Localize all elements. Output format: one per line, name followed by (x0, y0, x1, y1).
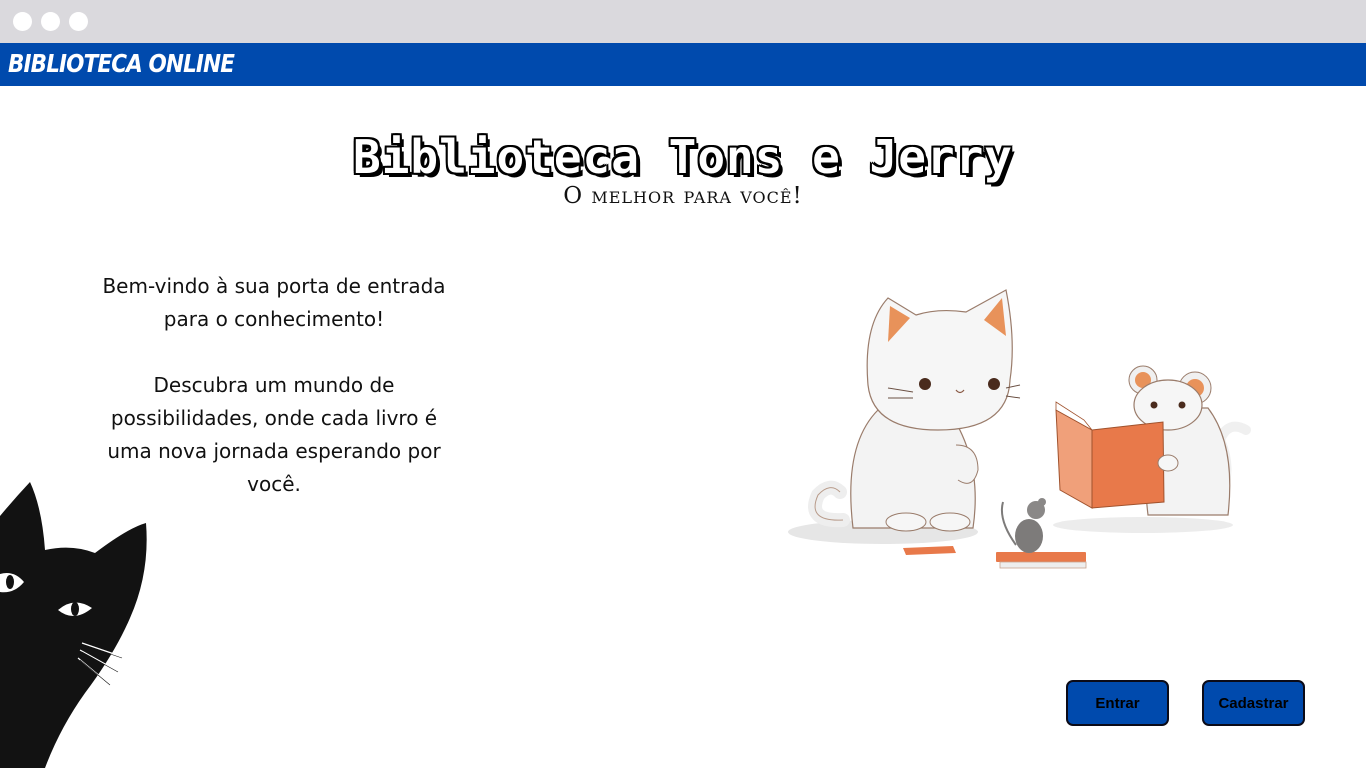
cat-and-mice-reading-illustration (788, 289, 1251, 569)
brand-name[interactable]: BIBLIOTECA ONLINE (8, 49, 235, 78)
intro-paragraph-welcome: Bem-vindo à sua porta de entrada para o … (102, 274, 446, 331)
window-control-dot[interactable] (13, 12, 32, 31)
header-bar: BIBLIOTECA ONLINE (0, 43, 1366, 86)
window-control-dot[interactable] (41, 12, 60, 31)
window-control-dot[interactable] (69, 12, 88, 31)
window-title-bar (0, 0, 1366, 43)
login-button[interactable]: Entrar (1066, 680, 1169, 726)
page-title: Biblioteca Tons e Jerry (353, 130, 1013, 184)
page-subtitle: O melhor para você! (563, 183, 803, 209)
register-button[interactable]: Cadastrar (1202, 680, 1305, 726)
black-cat-peeking-illustration (0, 482, 147, 768)
